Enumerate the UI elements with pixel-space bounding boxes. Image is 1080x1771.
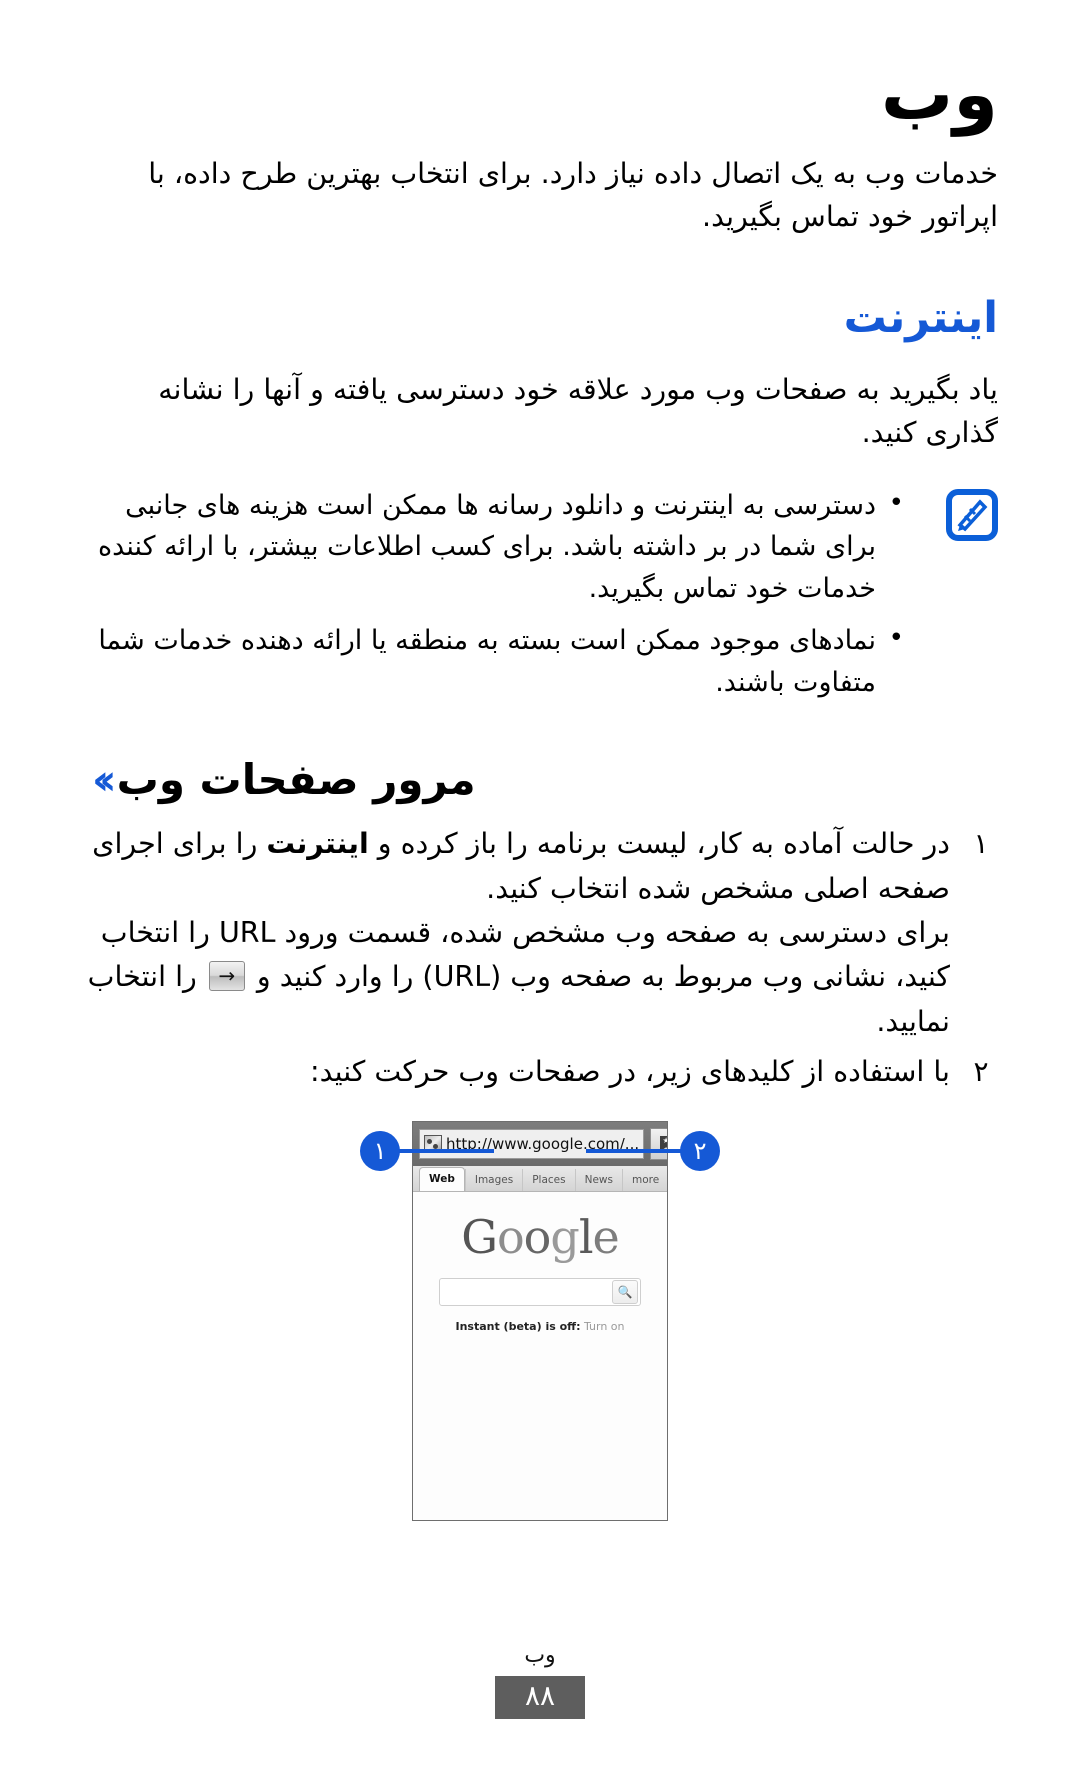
step-number: ۱ bbox=[973, 827, 989, 861]
tab-news[interactable]: News bbox=[574, 1168, 622, 1191]
footer-chapter-label: وب bbox=[524, 1643, 556, 1668]
step-item-1: ۱ در حالت آماده به کار، لیست برنامه را ب… bbox=[82, 822, 998, 1044]
tab-more[interactable]: more bbox=[621, 1168, 667, 1191]
arrow-right-key-icon[interactable] bbox=[208, 961, 245, 992]
google-homepage: Google 🔍 Instant (beta) is off: Turn on … bbox=[413, 1191, 667, 1520]
instant-status-text: Instant (beta) is off: Turn on bbox=[455, 1320, 624, 1333]
url-input[interactable]: http://www.google.com/... bbox=[419, 1128, 645, 1159]
step-text-part: با استفاده از کلیدهای زیر، در صفحات وب ح… bbox=[310, 1055, 950, 1089]
note-bullet-list: دسترسی به اینترنت و دانلود رسانه ها ممکن… bbox=[82, 483, 906, 704]
bookmark-button[interactable] bbox=[650, 1127, 667, 1160]
google-search-field[interactable]: 🔍 bbox=[439, 1277, 641, 1306]
step-text-part: در حالت آماده به کار، لیست برنامه را باز… bbox=[368, 827, 950, 861]
search-category-tabs: Web Images Places News more bbox=[413, 1165, 667, 1192]
browser-address-bar: http://www.google.com/... bbox=[413, 1121, 667, 1166]
step-extra-text: برای دسترسی به صفحه وب مشخص شده، قسمت ور… bbox=[82, 911, 950, 1044]
logo-letter: g bbox=[550, 1209, 579, 1264]
phone-browser-frame: http://www.google.com/... Web Images Pla… bbox=[412, 1120, 668, 1521]
logo-letter: G bbox=[461, 1209, 498, 1264]
tab-places[interactable]: Places bbox=[522, 1168, 574, 1191]
steps-list: ۱ در حالت آماده به کار، لیست برنامه را ب… bbox=[82, 822, 998, 1095]
figure-browser-screenshot: ۱ ۲ http://www.google.com/... Web Images… bbox=[82, 1113, 998, 1543]
logo-letter: e bbox=[592, 1209, 620, 1264]
logo-letter: l bbox=[578, 1209, 594, 1264]
callout-marker-2: ۲ bbox=[680, 1130, 720, 1171]
logo-letter: o bbox=[523, 1209, 552, 1264]
page-title: وب bbox=[880, 52, 998, 136]
note-bullet: دسترسی به اینترنت و دانلود رسانه ها ممکن… bbox=[82, 483, 906, 611]
search-icon[interactable]: 🔍 bbox=[612, 1279, 638, 1304]
logo-letter: o bbox=[496, 1209, 525, 1264]
sub-heading-label: مرور صفحات وب bbox=[116, 754, 476, 804]
tab-web[interactable]: Web bbox=[419, 1166, 465, 1191]
callout-line-1 bbox=[398, 1148, 494, 1153]
callout-line-2 bbox=[586, 1148, 682, 1153]
note-bullet: نمادهای موجود ممکن است بسته به منطقه یا … bbox=[82, 618, 906, 704]
step-item-2: ۲ با استفاده از کلیدهای زیر، در صفحات وب… bbox=[82, 1050, 998, 1094]
manual-page: وب خدمات وب به یک اتصال داده نیاز دارد. … bbox=[0, 0, 1080, 1771]
sub-heading-browse-web: ›› مرور صفحات وب bbox=[82, 754, 998, 804]
instant-turn-on-link[interactable]: Turn on bbox=[580, 1320, 625, 1333]
step-number: ۲ bbox=[973, 1055, 989, 1089]
note-pencil-icon bbox=[946, 488, 998, 541]
google-logo: Google bbox=[461, 1214, 620, 1260]
callout-marker-1: ۱ bbox=[360, 1130, 400, 1171]
step-text-bold: اینترنت bbox=[266, 827, 369, 861]
page-number: ۸۸ bbox=[495, 1676, 585, 1719]
intro-paragraph: خدمات وب به یک اتصال داده نیاز دارد. برا… bbox=[148, 157, 998, 234]
page-footer: وب ۸۸ bbox=[0, 1643, 1080, 1719]
internet-paragraph: یاد بگیرید به صفحات وب مورد علاقه خود دس… bbox=[158, 372, 998, 450]
instant-status-label: Instant (beta) is off: bbox=[455, 1319, 581, 1333]
note-block: دسترسی به اینترنت و دانلود رسانه ها ممکن… bbox=[82, 483, 998, 704]
section-heading-internet: اینترنت bbox=[843, 292, 998, 343]
tab-images[interactable]: Images bbox=[464, 1168, 522, 1191]
double-chevron-icon: ›› bbox=[92, 754, 116, 804]
